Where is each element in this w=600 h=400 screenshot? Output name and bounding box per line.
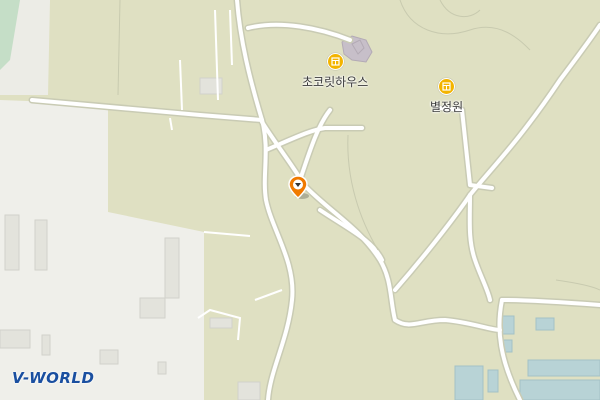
poi-label: 초코릿하우스 xyxy=(302,75,369,89)
map-canvas[interactable]: 초코릿하우스 별정원 V-WORLD xyxy=(0,0,600,400)
building-icon xyxy=(326,53,344,70)
building-icon xyxy=(438,78,456,95)
poi-chocolate-house[interactable]: 초코릿하우스 xyxy=(302,53,368,90)
location-marker[interactable] xyxy=(288,175,312,205)
vworld-logo: V-WORLD xyxy=(12,369,95,387)
location-pin-icon xyxy=(288,175,309,200)
poi-star-garden[interactable]: 별정원 xyxy=(430,78,463,115)
poi-label: 별정원 xyxy=(430,100,464,114)
